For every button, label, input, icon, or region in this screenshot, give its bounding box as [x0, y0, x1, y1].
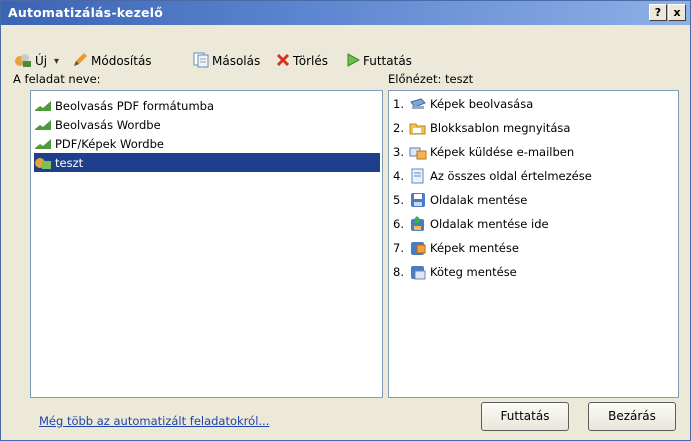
window-title: Automatizálás-kezelő — [8, 5, 163, 20]
pencil-icon — [72, 52, 88, 71]
preview-list[interactable]: 1. Képek beolvasása 2. Blokksablon megny… — [388, 90, 679, 398]
delete-label: Törlés — [293, 54, 329, 68]
task-item[interactable]: Beolvasás Wordbe — [34, 115, 161, 134]
task-list[interactable]: Beolvasás PDF formátumba Beolvasás Wordb… — [30, 90, 383, 398]
preview-step: 7. Képek mentése — [393, 241, 519, 255]
save-images-icon — [411, 242, 426, 255]
preview-label: Előnézet: teszt — [388, 72, 474, 86]
copy-icon — [193, 52, 209, 71]
new-button[interactable]: Új — [14, 51, 47, 71]
task-item-selected[interactable]: teszt — [34, 153, 380, 172]
delete-x-icon — [276, 53, 290, 70]
email-icon — [409, 147, 427, 160]
play-icon — [346, 52, 361, 70]
preview-step: 2. Blokksablon megnyitása — [393, 121, 571, 135]
scanner-icon — [410, 98, 426, 109]
delete-button[interactable]: Törlés — [276, 51, 328, 71]
copy-label: Másolás — [212, 54, 261, 68]
task-item-label: teszt — [55, 155, 84, 170]
folder-open-icon — [409, 123, 426, 135]
save-icon — [411, 193, 425, 207]
close-dialog-button[interactable]: Bezárás — [588, 402, 676, 431]
automation-manager-window: Automatizálás-kezelő ? x Új ▾ Módosítás … — [0, 0, 691, 441]
new-dropdown-button[interactable]: ▾ — [54, 51, 59, 71]
preview-step: 5. Oldalak mentése — [393, 193, 528, 207]
task-item-label: Beolvasás PDF formátumba — [55, 98, 215, 113]
task-icon — [35, 138, 51, 149]
task-item[interactable]: Beolvasás PDF formátumba — [34, 96, 214, 115]
preview-step: 6. Oldalak mentése ide — [393, 216, 549, 231]
chevron-down-icon: ▾ — [54, 55, 60, 67]
new-label: Új — [35, 54, 48, 68]
help-button[interactable]: ? — [649, 4, 667, 21]
new-task-icon — [14, 52, 32, 71]
preview-step: 3. Képek küldése e-mailben — [393, 145, 575, 160]
close-button[interactable]: x — [668, 4, 686, 21]
run-button[interactable]: Futtatás — [481, 402, 569, 431]
custom-task-icon — [35, 157, 51, 169]
more-info-link[interactable]: Még több az automatizált feladatokról... — [39, 414, 269, 428]
task-item-label: Beolvasás Wordbe — [55, 117, 161, 132]
task-icon — [35, 119, 51, 130]
run-label: Futtatás — [363, 54, 412, 68]
task-icon — [35, 100, 51, 111]
preview-step: 1. Képek beolvasása — [393, 97, 534, 111]
task-item[interactable]: PDF/Képek Wordbe — [34, 134, 164, 153]
document-icon — [411, 168, 424, 184]
preview-step: 4. Az összes oldal értelmezése — [393, 168, 592, 184]
task-item-label: PDF/Képek Wordbe — [55, 136, 164, 151]
title-bar[interactable]: Automatizálás-kezelő ? x — [1, 1, 690, 25]
save-batch-icon — [411, 266, 426, 280]
preview-step: 8. Köteg mentése — [393, 265, 517, 280]
edit-button[interactable]: Módosítás — [72, 51, 152, 71]
task-name-label: A feladat neve: — [13, 72, 101, 86]
copy-button[interactable]: Másolás — [193, 51, 260, 71]
run-toolbar-button[interactable]: Futtatás — [346, 51, 412, 71]
edit-label: Módosítás — [91, 54, 152, 68]
save-to-icon — [411, 216, 424, 231]
